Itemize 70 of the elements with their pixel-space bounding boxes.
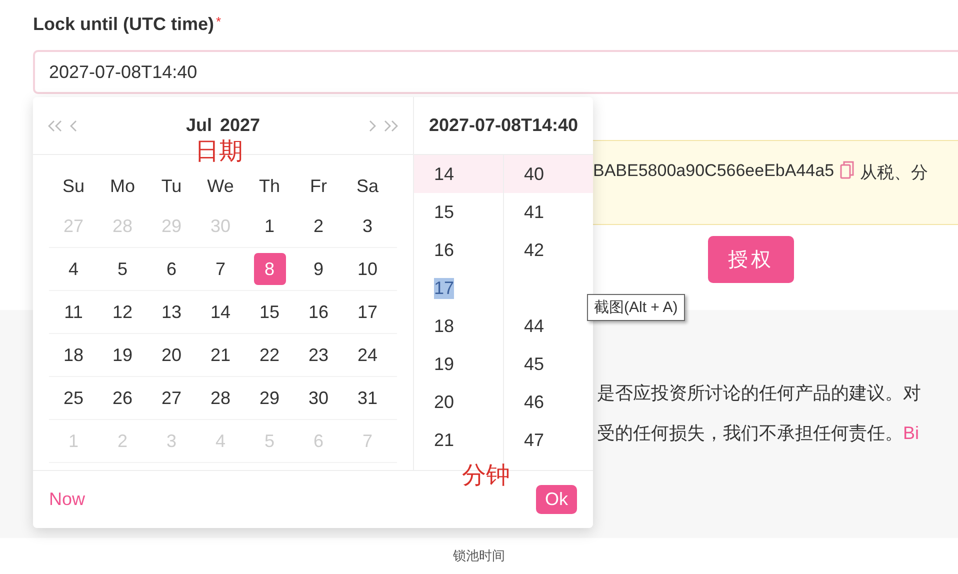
notice-text: 从税、分 [860, 162, 928, 184]
weekday-label: Mo [110, 176, 135, 196]
hour-option[interactable]: 20 [414, 383, 503, 421]
hour-option[interactable]: 15 [414, 193, 503, 231]
hour-option[interactable]: 17 [414, 269, 503, 307]
minute-option[interactable]: 42 [504, 231, 593, 269]
day-cell[interactable]: 22 [254, 339, 286, 371]
annotation-text: 日期 [195, 137, 243, 167]
day-cell[interactable]: 28 [204, 382, 236, 414]
minute-option[interactable]: 41 [504, 193, 593, 231]
disclaimer-text: 是否应投资所讨论的任何产品的建议。对 [597, 382, 922, 405]
day-cell[interactable]: 13 [156, 296, 188, 328]
hour-option[interactable]: 18 [414, 307, 503, 345]
day-cell[interactable]: 18 [58, 339, 90, 371]
year-label[interactable]: 2027 [220, 115, 260, 136]
tooltip: 截图(Alt + A) [587, 294, 685, 321]
day-cell[interactable]: 14 [204, 296, 236, 328]
copy-icon[interactable] [840, 161, 854, 179]
hour-option[interactable]: 21 [414, 421, 503, 459]
day-cell[interactable]: 6 [156, 253, 188, 285]
day-cell[interactable]: 9 [302, 253, 334, 285]
month-label[interactable]: Jul [186, 115, 212, 136]
day-cell[interactable]: 1 [254, 210, 286, 242]
weekday-label: Th [258, 176, 280, 196]
weekday-label: We [207, 176, 234, 196]
minute-option[interactable]: 47 [504, 421, 593, 459]
weekday-label: Su [62, 176, 85, 196]
day-cell[interactable]: 10 [352, 253, 384, 285]
image-caption: 锁池时间 [453, 547, 505, 565]
day-cell[interactable]: 23 [302, 339, 334, 371]
highlighted-text: 17 [434, 278, 454, 298]
day-cell[interactable]: 11 [58, 296, 90, 328]
day-cell[interactable]: 31 [352, 382, 384, 414]
day-cell[interactable]: 12 [106, 296, 138, 328]
address-text: BABE5800a90C566eeEbA44a5 [593, 161, 834, 181]
hour-option[interactable]: 16 [414, 231, 503, 269]
minute-option[interactable]: 45 [504, 345, 593, 383]
required-mark: * [216, 14, 222, 29]
day-cell[interactable]: 24 [352, 339, 384, 371]
day-cell[interactable]: 26 [106, 382, 138, 414]
day-cell[interactable]: 20 [156, 339, 188, 371]
day-cell[interactable]: 2 [302, 210, 334, 242]
datetime-field[interactable]: 2027-07-08T14:40 [33, 50, 958, 94]
day-cell[interactable]: 30 [302, 382, 334, 414]
day-cell[interactable]: 15 [254, 296, 286, 328]
day-cell[interactable]: 5 [106, 253, 138, 285]
day-cell[interactable]: 4 [58, 253, 90, 285]
day-cell[interactable]: 3 [352, 210, 384, 242]
next-month-icon[interactable] [368, 118, 377, 132]
annotation-text: 分钟 [462, 461, 510, 491]
day-cell[interactable]: 19 [106, 339, 138, 371]
next-year-icon[interactable] [383, 118, 399, 132]
day-cell[interactable]: 29 [254, 382, 286, 414]
minute-option[interactable]: 46 [504, 383, 593, 421]
weekday-label: Tu [161, 176, 182, 196]
weekday-label: Fr [310, 176, 327, 196]
previous-year-icon[interactable] [47, 118, 63, 132]
day-cell[interactable]: 25 [58, 382, 90, 414]
hour-option[interactable]: 19 [414, 345, 503, 383]
hour-option[interactable]: 14 [414, 155, 503, 193]
day-cell[interactable]: 21 [204, 339, 236, 371]
day-cell[interactable]: 17 [352, 296, 384, 328]
field-label: Lock until (UTC time) [33, 14, 214, 35]
day-cell[interactable]: 16 [302, 296, 334, 328]
previous-month-icon[interactable] [69, 118, 78, 132]
weekday-label: Sa [356, 176, 379, 196]
day-cell[interactable]: 7 [204, 253, 236, 285]
day-cell[interactable]: 27 [156, 382, 188, 414]
disclaimer-text: 受的任何损失，我们不承担任何责任。Bi [597, 422, 920, 445]
minute-option[interactable]: 40 [504, 155, 593, 193]
